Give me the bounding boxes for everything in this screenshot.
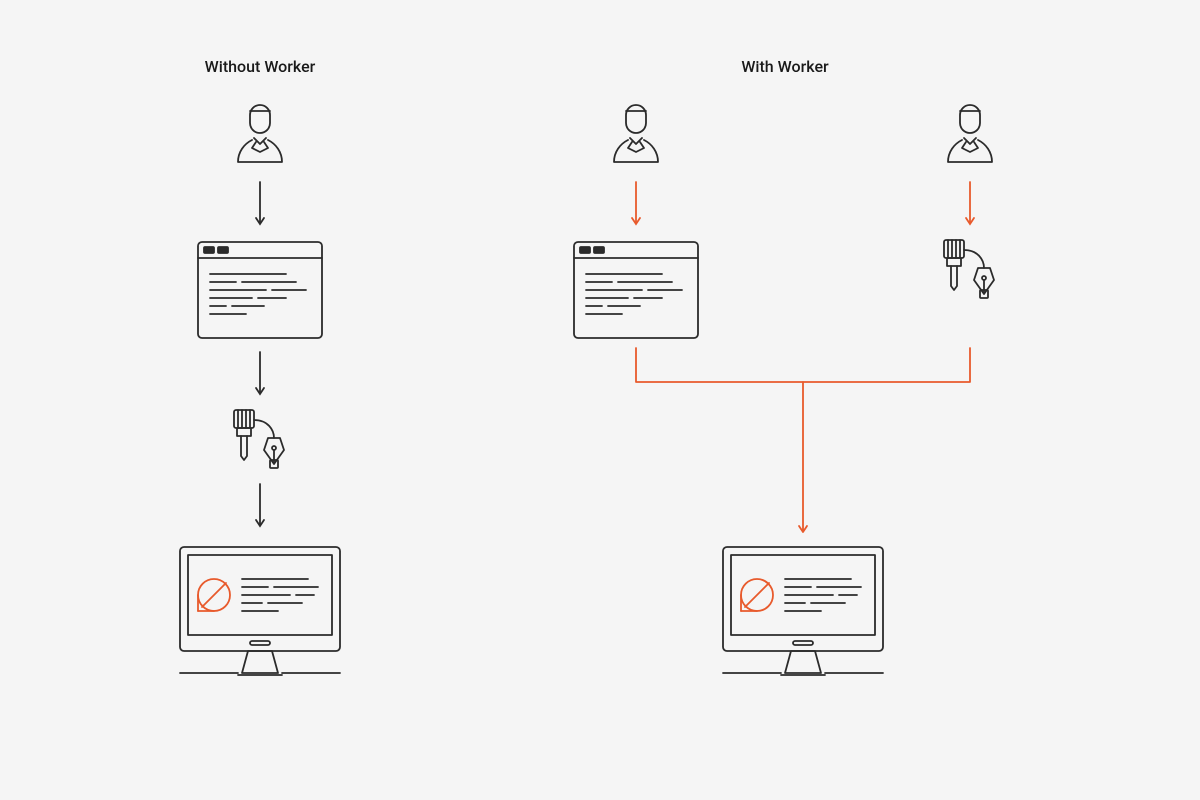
diagram-canvas: Without Worker With Worker [0,0,1200,800]
tools-icon [228,410,292,476]
tools-icon [938,240,1002,306]
code-window-icon [196,240,324,344]
monitor-icon [721,545,885,689]
code-window-icon [572,240,700,344]
arrow-down-icon [632,180,640,234]
arrow-down-icon [256,350,264,404]
right-title: With Worker [685,57,885,76]
arrow-down-icon [966,180,974,234]
merge-connector-icon [636,340,972,544]
user-icon [228,100,292,176]
left-title: Without Worker [160,57,360,76]
user-icon [604,100,668,176]
arrow-down-icon [256,482,264,536]
arrow-down-icon [256,180,264,234]
user-icon [938,100,1002,176]
monitor-icon [178,545,342,689]
